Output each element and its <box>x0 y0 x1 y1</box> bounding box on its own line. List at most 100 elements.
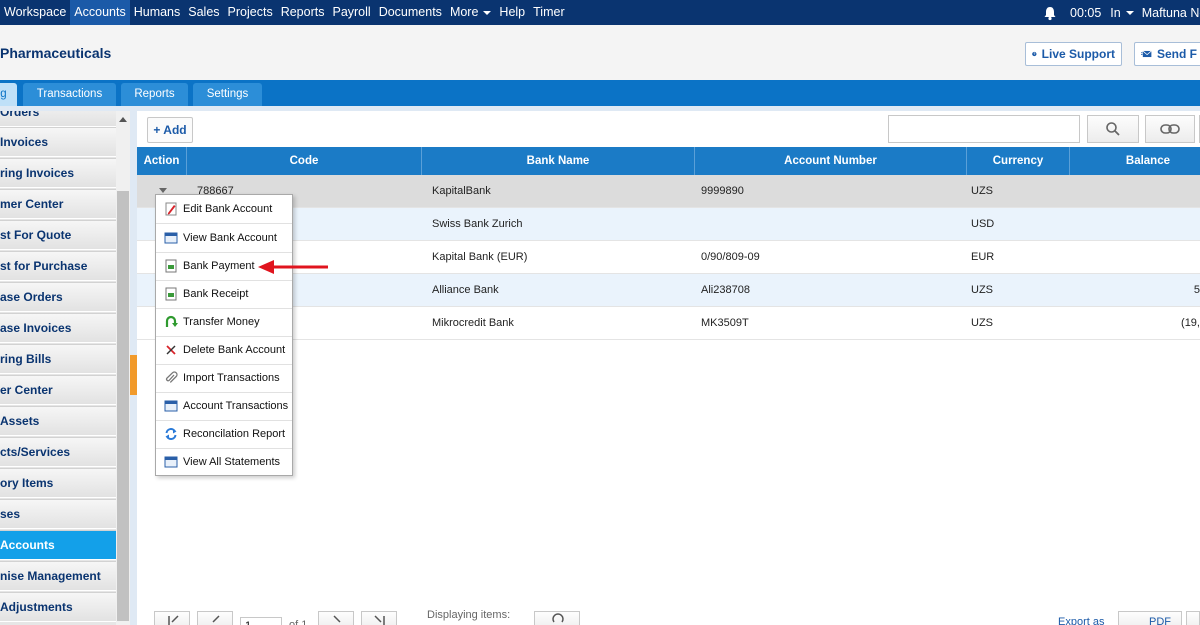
nav-item-projects[interactable]: Projects <box>224 0 277 25</box>
cell-currency: EUR <box>971 251 995 263</box>
sidebar-item-invoices[interactable]: Invoices <box>0 127 116 157</box>
link-icon <box>1160 124 1180 134</box>
cell-currency: UZS <box>971 317 993 329</box>
cell-account-number: 0/90/809-09 <box>701 251 760 263</box>
nav-item-humans[interactable]: Humans <box>130 0 185 25</box>
sidebar-item-bank-accounts[interactable]: Accounts <box>0 530 116 560</box>
window-icon <box>164 456 178 468</box>
sidebar-item-request-for-quote[interactable]: st For Quote <box>0 220 116 250</box>
menu-item-delete-bank-account[interactable]: Delete Bank Account <box>156 336 292 364</box>
cell-bank-name: Swiss Bank Zurich <box>432 218 523 230</box>
scrollbar-thumb[interactable] <box>117 191 129 621</box>
row-action-caret-icon[interactable] <box>159 188 167 193</box>
red-arrow-annotation-icon <box>258 260 328 274</box>
bell-icon[interactable] <box>1042 5 1058 21</box>
menu-item-transfer-money[interactable]: Transfer Money <box>156 308 292 336</box>
table-row[interactable]: Swiss Bank Zurich USD <box>137 208 1200 241</box>
page-number-input[interactable] <box>240 617 282 625</box>
column-currency[interactable]: Currency <box>967 147 1070 175</box>
sidebar-item-recurring-invoices[interactable]: ring Invoices <box>0 158 116 188</box>
user-name[interactable]: Maftuna Ne <box>1142 6 1200 20</box>
scroll-up-arrow-icon[interactable] <box>119 117 127 122</box>
window-icon <box>164 400 178 412</box>
column-account-number[interactable]: Account Number <box>695 147 967 175</box>
sidebar-item-recurring-bills[interactable]: ring Bills <box>0 344 116 374</box>
menu-item-bank-receipt[interactable]: Bank Receipt <box>156 280 292 308</box>
sidebar: Orders Invoices ring Invoices mer Center… <box>0 111 116 625</box>
next-page-button[interactable] <box>318 611 354 625</box>
column-code[interactable]: Code <box>187 147 422 175</box>
live-support-button[interactable]: ? Live Support <box>1025 42 1122 66</box>
nav-item-more[interactable]: More <box>446 0 495 25</box>
attendance-status[interactable]: In <box>1110 6 1120 20</box>
previous-page-button[interactable] <box>197 611 233 625</box>
table-row[interactable]: Mikrocredit Bank MK3509T UZS (19, <box>137 307 1200 340</box>
sidebar-item-request-for-purchase[interactable]: st for Purchase <box>0 251 116 281</box>
collapse-handle[interactable] <box>130 355 137 395</box>
sidebar-item-orders[interactable]: Orders <box>0 111 116 127</box>
nav-item-reports[interactable]: Reports <box>277 0 329 25</box>
first-page-button[interactable] <box>154 611 190 625</box>
cell-balance <box>1070 175 1200 208</box>
export-pdf-button[interactable]: PDF <box>1118 611 1182 625</box>
tab-settings[interactable]: Settings <box>193 83 262 106</box>
tab-reports[interactable]: Reports <box>121 83 188 106</box>
search-button[interactable] <box>1087 115 1139 143</box>
paperclip-icon <box>165 371 178 383</box>
chevron-down-icon[interactable] <box>1125 10 1134 15</box>
nav-item-help[interactable]: Help <box>495 0 529 25</box>
chevron-down-icon <box>483 10 492 15</box>
document-icon <box>165 259 177 273</box>
menu-item-edit-bank-account[interactable]: Edit Bank Account <box>156 195 292 223</box>
last-page-button[interactable] <box>361 611 397 625</box>
menu-item-reconciliation-report[interactable]: Reconcilation Report <box>156 420 292 448</box>
menu-item-account-transactions[interactable]: Account Transactions <box>156 392 292 420</box>
menu-item-label: Transfer Money <box>183 316 260 328</box>
add-button[interactable]: + Add <box>147 117 193 143</box>
panel-splitter[interactable] <box>130 111 137 625</box>
menu-item-view-all-statements[interactable]: View All Statements <box>156 448 292 476</box>
sidebar-item-franchise-management[interactable]: nise Management <box>0 561 116 591</box>
table-row[interactable]: 788667 KapitalBank 9999890 UZS <box>137 175 1200 208</box>
reset-filter-button[interactable] <box>1145 115 1195 143</box>
sidebar-item-supplier-center[interactable]: er Center <box>0 375 116 405</box>
column-balance[interactable]: Balance <box>1070 147 1200 175</box>
table-row[interactable]: Alliance Bank Ali238708 UZS 5 <box>137 274 1200 307</box>
refresh-icon <box>165 428 177 440</box>
nav-item-documents[interactable]: Documents <box>375 0 446 25</box>
tab-transactions[interactable]: Transactions <box>23 83 116 106</box>
sidebar-item-adjustments[interactable]: Adjustments <box>0 592 116 622</box>
menu-item-label: Edit Bank Account <box>183 203 273 215</box>
send-feedback-button[interactable]: Send F <box>1134 42 1200 66</box>
sidebar-item-expenses[interactable]: ses <box>0 499 116 529</box>
menu-item-import-transactions[interactable]: Import Transactions <box>156 364 292 392</box>
sidebar-item-purchase-invoices[interactable]: ase Invoices <box>0 313 116 343</box>
sidebar-item-customer-center[interactable]: mer Center <box>0 189 116 219</box>
search-input[interactable] <box>888 115 1080 143</box>
nav-item-payroll[interactable]: Payroll <box>328 0 374 25</box>
cell-currency: UZS <box>971 185 993 197</box>
cell-balance: 5 <box>1193 284 1200 296</box>
sidebar-item-assets[interactable]: Assets <box>0 406 116 436</box>
cell-balance: (19, <box>1181 317 1200 329</box>
nav-item-accounts[interactable]: Accounts <box>70 0 130 25</box>
sidebar-item-inventory-items[interactable]: ory Items <box>0 468 116 498</box>
column-bank-name[interactable]: Bank Name <box>422 147 695 175</box>
tab-banking[interactable]: g <box>0 83 17 106</box>
pdf-label: PDF <box>1149 616 1171 625</box>
nav-item-workspace[interactable]: Workspace <box>0 0 70 25</box>
refresh-button[interactable] <box>534 611 580 625</box>
menu-item-view-bank-account[interactable]: View Bank Account <box>156 224 292 252</box>
export-as-label: Export as <box>1058 616 1105 625</box>
export-excel-button[interactable] <box>1186 611 1200 625</box>
chevron-right-icon <box>333 615 341 623</box>
sidebar-item-purchase-orders[interactable]: ase Orders <box>0 282 116 312</box>
user-area: 00:05 In Maftuna Ne <box>1042 0 1200 25</box>
sidebar-item-products-services[interactable]: cts/Services <box>0 437 116 467</box>
page-header: Pharmaceuticals ? Live Support Send F <box>0 25 1200 80</box>
sidebar-scrollbar[interactable] <box>116 111 130 625</box>
nav-item-timer[interactable]: Timer <box>529 0 568 25</box>
nav-item-sales[interactable]: Sales <box>184 0 223 25</box>
main-menu: Workspace Accounts Humans Sales Projects… <box>0 0 569 25</box>
envelope-icon <box>1141 50 1152 58</box>
